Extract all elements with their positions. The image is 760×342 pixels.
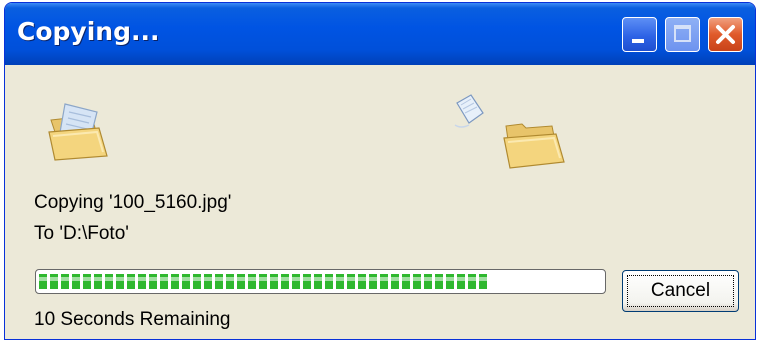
source-folder-icon — [48, 103, 108, 161]
destination-path-text: To 'D:\Foto' — [34, 223, 129, 244]
copying-filename-text: Copying '100_5160.jpg' — [34, 192, 232, 213]
progress-fill — [39, 274, 489, 289]
maximize-icon — [674, 25, 691, 42]
copy-dialog: Copying... Copying '100_5160.jpg' To 'D:… — [4, 2, 756, 340]
close-button[interactable] — [708, 17, 743, 52]
copy-progress-bar — [35, 269, 606, 294]
flying-document-icon — [454, 94, 484, 128]
minimize-icon — [632, 39, 644, 43]
progress-fill-highlight — [39, 277, 489, 281]
window-title: Copying... — [17, 17, 160, 46]
time-remaining-text: 10 Seconds Remaining — [34, 309, 231, 330]
cancel-button[interactable]: Cancel — [622, 270, 739, 312]
maximize-button — [665, 17, 700, 52]
destination-folder-icon — [503, 123, 565, 169]
minimize-button[interactable] — [622, 17, 657, 52]
title-bar[interactable]: Copying... — [5, 3, 755, 65]
close-icon — [716, 25, 735, 44]
